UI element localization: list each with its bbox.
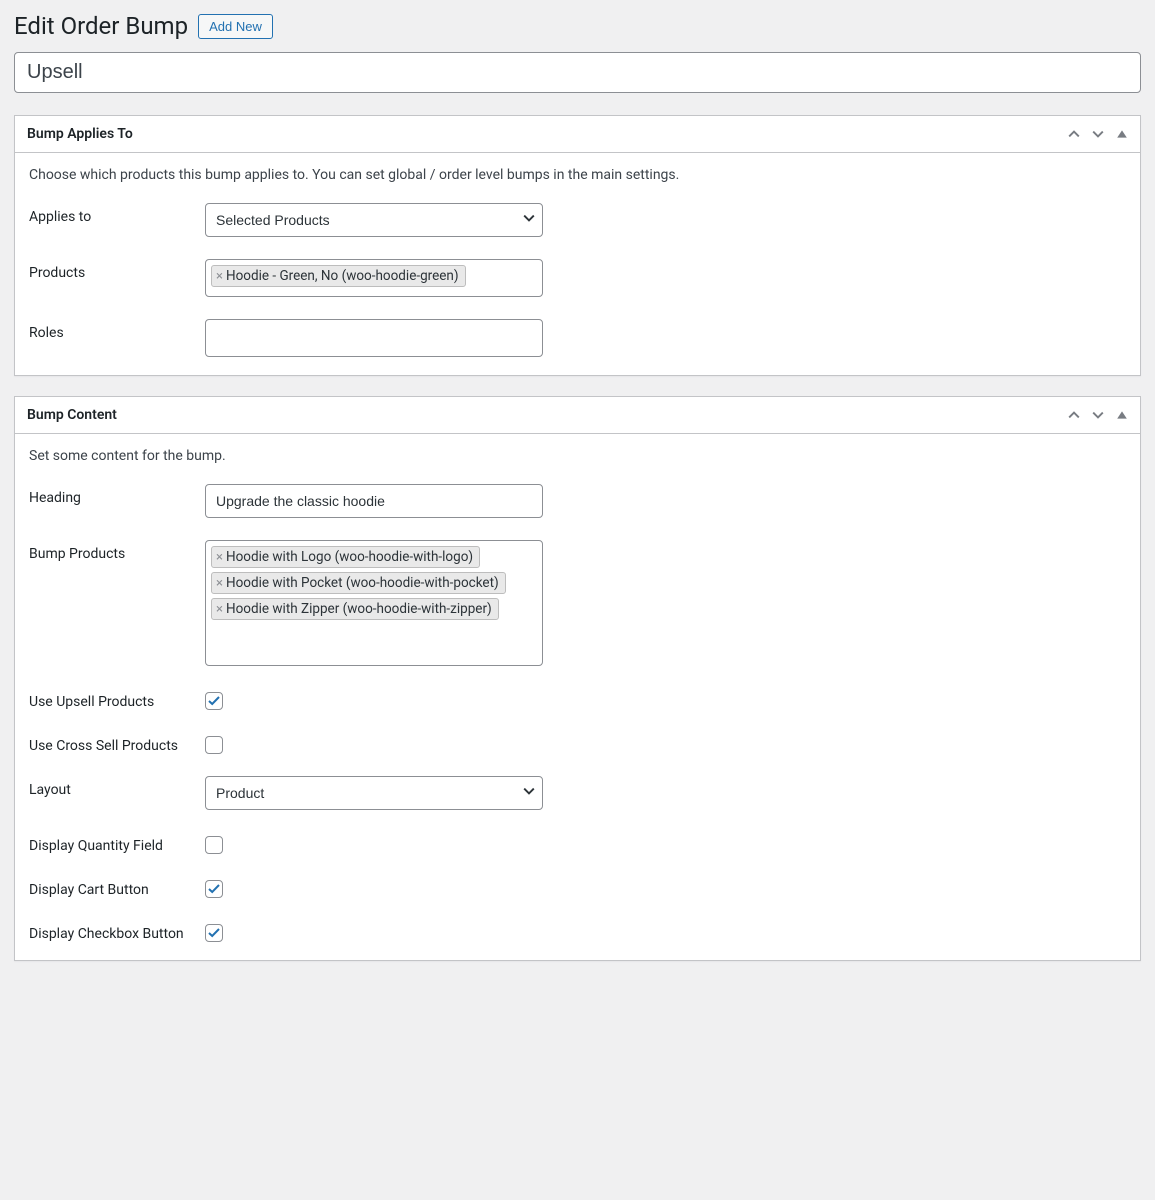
row-display-cart: Display Cart Button bbox=[29, 876, 1126, 898]
panel-description: Set some content for the bump. bbox=[29, 448, 1126, 464]
display-cart-checkbox[interactable] bbox=[205, 880, 223, 898]
panel-heading: Bump Content bbox=[27, 407, 117, 423]
layout-select-wrap: Product bbox=[205, 776, 543, 810]
use-cross-sell-checkbox[interactable] bbox=[205, 736, 223, 754]
use-upsell-checkbox[interactable] bbox=[205, 692, 223, 710]
row-display-qty: Display Quantity Field bbox=[29, 832, 1126, 854]
panel-bump-applies-to: Bump Applies To Choose which products th… bbox=[14, 115, 1141, 376]
remove-tag-icon[interactable]: × bbox=[216, 269, 224, 284]
label-display-cart: Display Cart Button bbox=[29, 876, 205, 898]
product-tag[interactable]: ×Hoodie with Logo (woo-hoodie-with-logo) bbox=[211, 546, 480, 568]
panel-bump-content: Bump Content Set some content for the bu… bbox=[14, 396, 1141, 961]
toggle-panel-icon[interactable] bbox=[1116, 128, 1128, 140]
row-display-checkbox: Display Checkbox Button bbox=[29, 920, 1126, 942]
label-display-qty: Display Quantity Field bbox=[29, 832, 205, 854]
label-applies-to: Applies to bbox=[29, 203, 205, 225]
row-applies-to: Applies to Selected Products bbox=[29, 203, 1126, 237]
toggle-panel-icon[interactable] bbox=[1116, 409, 1128, 421]
applies-to-select-wrap: Selected Products bbox=[205, 203, 543, 237]
display-qty-checkbox[interactable] bbox=[205, 836, 223, 854]
heading-input[interactable] bbox=[205, 484, 543, 518]
row-roles: Roles bbox=[29, 319, 1126, 357]
move-down-icon[interactable] bbox=[1092, 409, 1104, 421]
row-bump-products: Bump Products ×Hoodie with Logo (woo-hoo… bbox=[29, 540, 1126, 666]
panel-actions bbox=[1068, 128, 1128, 140]
panel-header: Bump Applies To bbox=[15, 116, 1140, 153]
panel-description: Choose which products this bump applies … bbox=[29, 167, 1126, 183]
bump-products-tags-input[interactable]: ×Hoodie with Logo (woo-hoodie-with-logo)… bbox=[205, 540, 543, 666]
page-header: Edit Order Bump Add New bbox=[14, 12, 1141, 40]
remove-tag-icon[interactable]: × bbox=[216, 576, 224, 591]
products-tags-input[interactable]: ×Hoodie - Green, No (woo-hoodie-green) bbox=[205, 259, 543, 297]
label-display-checkbox: Display Checkbox Button bbox=[29, 920, 205, 942]
label-use-cross-sell: Use Cross Sell Products bbox=[29, 732, 205, 754]
product-tag[interactable]: ×Hoodie - Green, No (woo-hoodie-green) bbox=[211, 265, 466, 287]
panel-body: Choose which products this bump applies … bbox=[15, 153, 1140, 375]
page-title: Edit Order Bump bbox=[14, 12, 188, 40]
layout-select[interactable]: Product bbox=[205, 776, 543, 810]
post-title-input[interactable] bbox=[14, 52, 1141, 93]
panel-heading: Bump Applies To bbox=[27, 126, 133, 142]
label-use-upsell: Use Upsell Products bbox=[29, 688, 205, 710]
move-up-icon[interactable] bbox=[1068, 409, 1080, 421]
label-heading: Heading bbox=[29, 484, 205, 506]
row-layout: Layout Product bbox=[29, 776, 1126, 810]
move-down-icon[interactable] bbox=[1092, 128, 1104, 140]
applies-to-select[interactable]: Selected Products bbox=[205, 203, 543, 237]
label-layout: Layout bbox=[29, 776, 205, 798]
remove-tag-icon[interactable]: × bbox=[216, 602, 224, 617]
label-products: Products bbox=[29, 259, 205, 281]
move-up-icon[interactable] bbox=[1068, 128, 1080, 140]
product-tag[interactable]: ×Hoodie with Pocket (woo-hoodie-with-poc… bbox=[211, 572, 506, 594]
display-checkbox-button-checkbox[interactable] bbox=[205, 924, 223, 942]
label-roles: Roles bbox=[29, 319, 205, 341]
panel-actions bbox=[1068, 409, 1128, 421]
roles-tags-input[interactable] bbox=[205, 319, 543, 357]
row-use-upsell: Use Upsell Products bbox=[29, 688, 1126, 710]
panel-header: Bump Content bbox=[15, 397, 1140, 434]
remove-tag-icon[interactable]: × bbox=[216, 550, 224, 565]
row-products: Products ×Hoodie - Green, No (woo-hoodie… bbox=[29, 259, 1126, 297]
label-bump-products: Bump Products bbox=[29, 540, 205, 562]
row-heading: Heading bbox=[29, 484, 1126, 518]
panel-body: Set some content for the bump. Heading B… bbox=[15, 434, 1140, 960]
product-tag[interactable]: ×Hoodie with Zipper (woo-hoodie-with-zip… bbox=[211, 598, 499, 620]
row-use-cross-sell: Use Cross Sell Products bbox=[29, 732, 1126, 754]
add-new-button[interactable]: Add New bbox=[198, 14, 273, 39]
